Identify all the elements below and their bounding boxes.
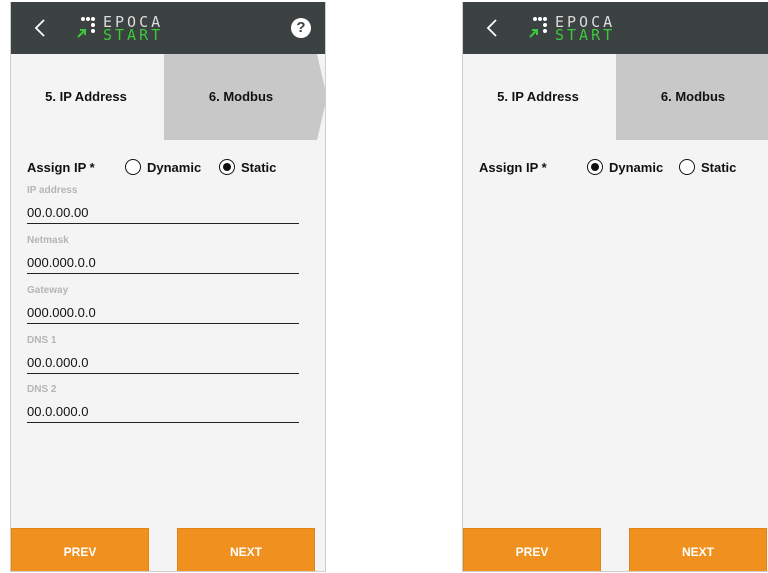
- gateway-input[interactable]: [27, 301, 299, 324]
- epoca-start-logo: EPOCA START: [527, 14, 639, 44]
- help-icon[interactable]: ?: [291, 18, 311, 38]
- top-bar: EPOCA START: [463, 2, 768, 54]
- step-next[interactable]: 6. Modbus: [176, 54, 306, 140]
- gateway-field: Gateway: [27, 285, 299, 327]
- radio-icon[interactable]: [679, 159, 695, 175]
- prev-button[interactable]: PREV: [463, 528, 601, 571]
- netmask-input[interactable]: [27, 251, 299, 274]
- logo-dots-icon: [77, 17, 95, 38]
- chevron-left-icon[interactable]: [483, 18, 503, 38]
- dns1-input[interactable]: [27, 351, 299, 374]
- chevron-left-icon[interactable]: [31, 18, 51, 38]
- dns2-input[interactable]: [27, 400, 299, 423]
- next-button[interactable]: NEXT: [629, 528, 767, 571]
- prev-button[interactable]: PREV: [11, 528, 149, 571]
- dns1-label: DNS 1: [27, 335, 57, 346]
- dns2-field: DNS 2: [27, 384, 299, 426]
- stepper: 5. IP Address 6. Modbus: [463, 54, 768, 140]
- dns2-label: DNS 2: [27, 384, 57, 395]
- logo-text-bottom: START: [103, 26, 164, 44]
- epoca-start-logo: EPOCA START: [75, 14, 187, 44]
- step-next[interactable]: 6. Modbus: [628, 54, 758, 140]
- assign-ip-row: Assign IP * Dynamic Static: [27, 157, 317, 179]
- screen-static: EPOCA START ? 5. IP Address 6. Modbus As…: [10, 2, 326, 572]
- radio-dynamic[interactable]: Dynamic: [125, 159, 207, 177]
- top-bar: EPOCA START ?: [11, 2, 325, 54]
- radio-static[interactable]: Static: [679, 159, 749, 177]
- radio-icon[interactable]: [587, 159, 603, 175]
- radio-static-label: Static: [241, 160, 277, 175]
- dns1-field: DNS 1: [27, 335, 299, 377]
- screen-dynamic: EPOCA START 5. IP Address 6. Modbus Assi…: [462, 2, 768, 572]
- assign-ip-label: Assign IP *: [479, 160, 547, 175]
- gateway-label: Gateway: [27, 285, 69, 296]
- radio-dynamic-label: Dynamic: [147, 160, 202, 175]
- ip-address-label: IP address: [27, 185, 78, 196]
- ip-address-field: IP address: [27, 185, 299, 227]
- assign-ip-label: Assign IP *: [27, 160, 95, 175]
- assign-ip-row: Assign IP * Dynamic Static: [479, 157, 768, 179]
- radio-static[interactable]: Static: [219, 159, 289, 177]
- step-current: 5. IP Address: [45, 89, 127, 104]
- radio-static-label: Static: [701, 160, 737, 175]
- ip-address-input[interactable]: [27, 201, 299, 224]
- radio-icon[interactable]: [219, 159, 235, 175]
- next-button[interactable]: NEXT: [177, 528, 315, 571]
- netmask-label: Netmask: [27, 235, 69, 246]
- radio-dynamic-label: Dynamic: [609, 160, 664, 175]
- netmask-field: Netmask: [27, 235, 299, 277]
- radio-icon[interactable]: [125, 159, 141, 175]
- logo-text-bottom: START: [555, 26, 616, 44]
- logo-dots-icon: [529, 17, 547, 38]
- radio-dynamic[interactable]: Dynamic: [587, 159, 669, 177]
- step-current: 5. IP Address: [497, 89, 579, 104]
- stepper: 5. IP Address 6. Modbus: [11, 54, 325, 140]
